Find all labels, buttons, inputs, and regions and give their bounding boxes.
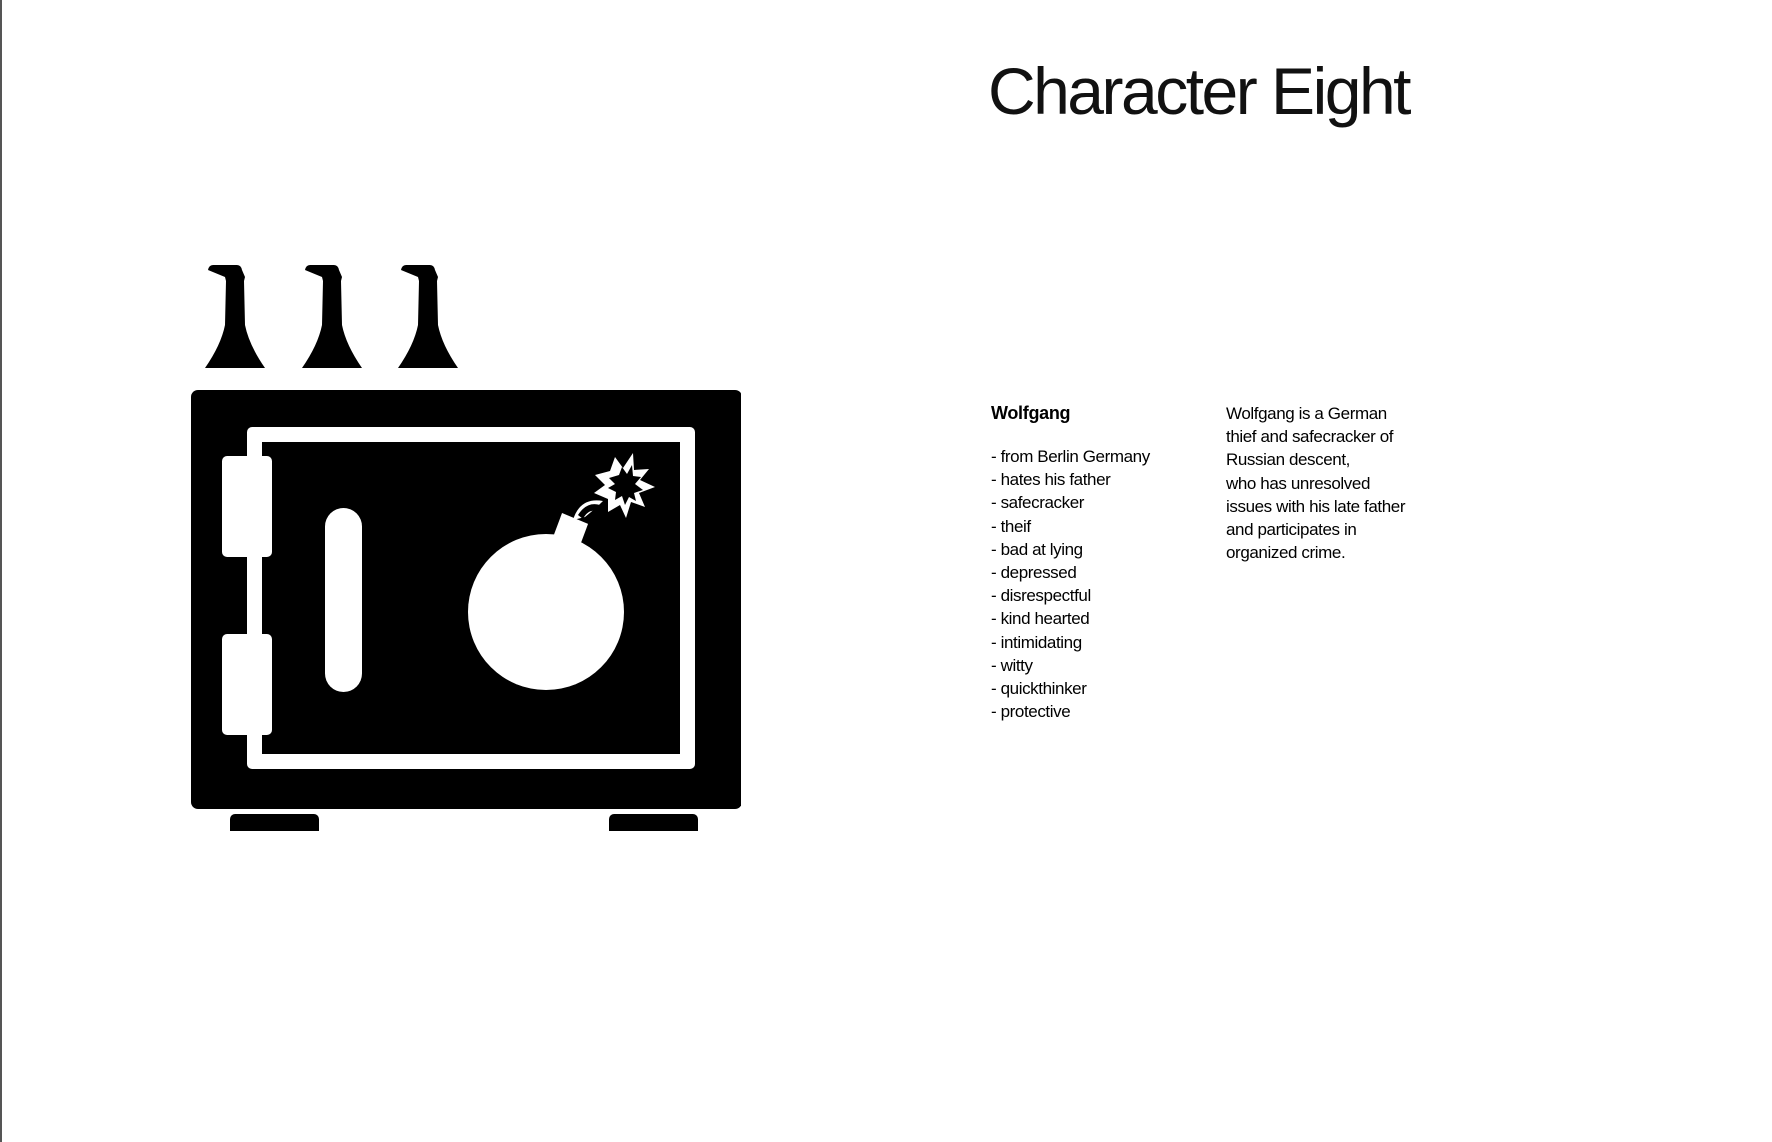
list-item: - intimidating (991, 632, 1082, 652)
character-illustration (191, 265, 741, 831)
list-item: - quickthinker (991, 679, 1087, 699)
bio-line: organized crime. (1226, 543, 1346, 563)
bottle-icon (205, 265, 265, 368)
character-name: Wolfgang (991, 403, 1071, 423)
bio-line: issues with his late father (1226, 496, 1406, 516)
list-item: - theif (991, 516, 1031, 536)
list-item: - depressed (991, 563, 1077, 583)
bio-line: and participates in (1226, 520, 1357, 540)
bottle-icon (302, 265, 362, 368)
bio-line: who has unresolved (1226, 473, 1371, 493)
list-item: - from Berlin Germany (991, 447, 1150, 466)
character-bio: Wolfgang is a German thief and safecrack… (1226, 402, 1406, 564)
list-item: - protective (991, 702, 1071, 722)
list-item: - safecracker (991, 493, 1085, 513)
list-item: - disrespectful (991, 586, 1091, 606)
bio-line: thief and safecracker of (1226, 427, 1394, 447)
list-item: - hates his father (991, 470, 1111, 490)
bio-line: Russian descent, (1226, 450, 1351, 470)
safe-icon (191, 390, 741, 831)
bio-line: Wolfgang is a German (1226, 404, 1387, 423)
list-item: - bad at lying (991, 539, 1083, 559)
page-edge (0, 0, 2, 1142)
page-title: Character Eight (987, 54, 1412, 128)
trait-list: - from Berlin Germany - hates his father… (991, 445, 1150, 723)
bottle-icon (398, 265, 458, 368)
list-item: - kind hearted (991, 609, 1090, 629)
list-item: - witty (991, 655, 1033, 675)
